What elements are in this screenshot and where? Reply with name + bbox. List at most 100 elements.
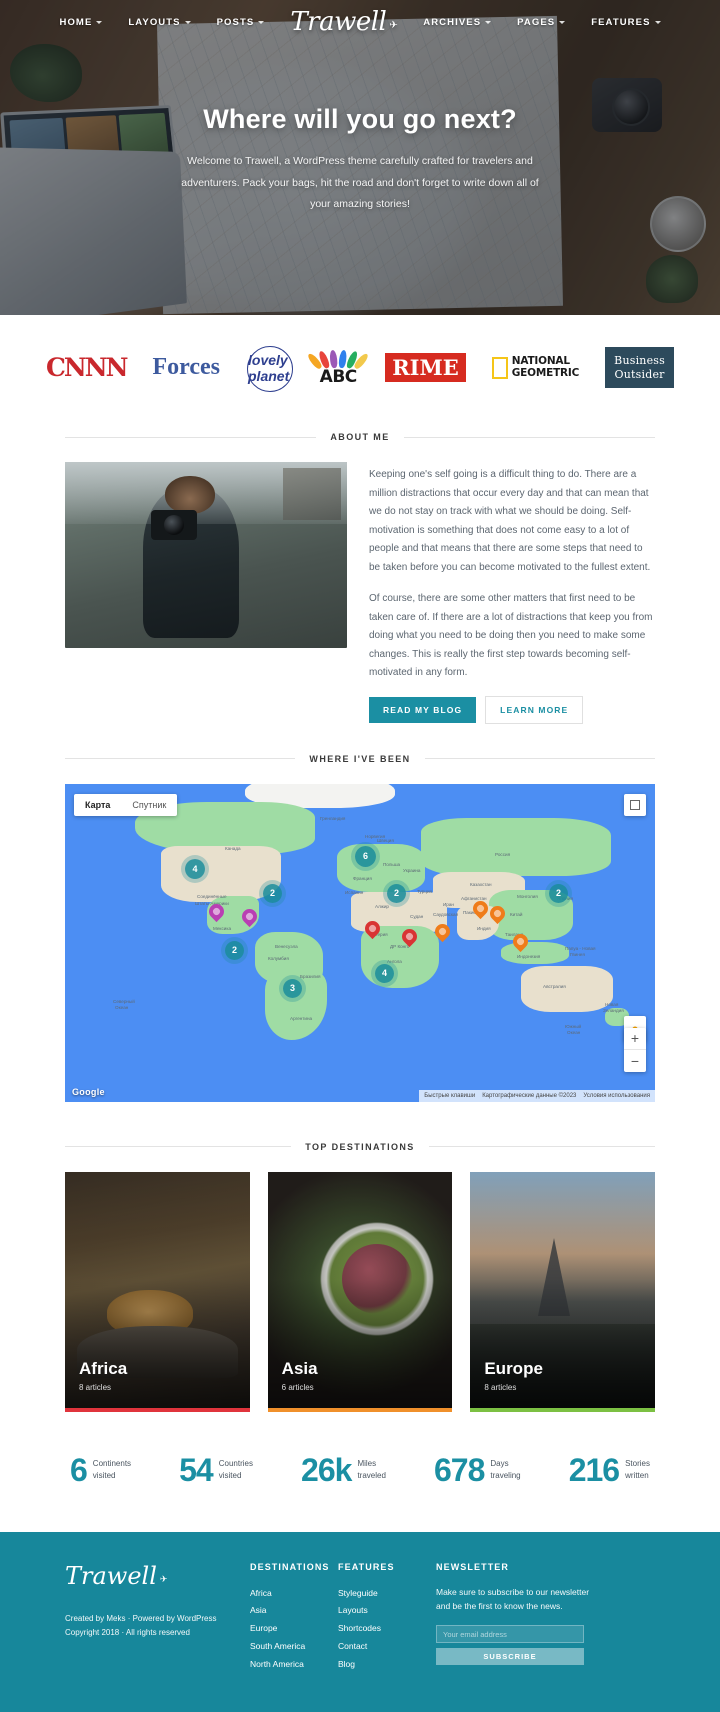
map-cluster-marker[interactable]: 2 (387, 883, 406, 903)
chevron-down-icon (559, 20, 566, 24)
footer-destination-link[interactable]: Europe (250, 1620, 338, 1638)
site-logo[interactable]: Trawell ✈ (290, 7, 397, 37)
about-paragraph-1: Keeping one's self going is a difficult … (369, 469, 651, 573)
footer-column-destinations: DESTINATIONS Africa Asia Europe South Ameri… (250, 1562, 338, 1688)
map-place-label: Австралия (543, 983, 566, 989)
hero-content: Where will you go next? Welcome to Trawe… (0, 44, 720, 216)
footer-newsletter-title: NEWSLETTER (436, 1561, 509, 1572)
brand-logo-rime[interactable]: RIME (385, 348, 466, 388)
nav-item-label: PAGES (517, 16, 556, 28)
nav-item-label: LAYOUTS (128, 16, 181, 28)
newsletter-email-input[interactable]: Your email address (436, 1625, 584, 1644)
brand-logo-national-geometric[interactable]: NATIONAL GEOMETRIC (491, 348, 580, 388)
map-attribution: Быстрые клавиши Картографические данные … (419, 1089, 655, 1102)
map-place-label: Океан (115, 1004, 129, 1010)
nav-item-pages[interactable]: PAGES (517, 16, 566, 28)
footer-column-newsletter: NEWSLETTER Make sure to subscribe to our… (426, 1562, 655, 1688)
map-cluster-marker[interactable]: 6 (355, 845, 376, 867)
map-cluster-marker[interactable]: 3 (283, 978, 302, 998)
footer-feature-link[interactable]: Contact (338, 1638, 426, 1656)
statistic-item: 216 Stories written (569, 1454, 650, 1486)
footer-feature-link[interactable]: Shortcodes (338, 1620, 426, 1638)
nav-item-posts[interactable]: POSTS (217, 17, 265, 28)
nav-item-label: POSTS (216, 16, 255, 28)
footer-destination-link[interactable]: South America (250, 1638, 338, 1656)
map-cluster-marker[interactable]: 2 (549, 883, 568, 903)
brand-logo-forces[interactable]: Forces (152, 348, 220, 388)
map-fullscreen-button[interactable] (624, 793, 646, 816)
map-place-label: Северный (113, 998, 135, 1004)
brand-label: CNNN (46, 353, 128, 382)
footer-feature-link[interactable]: Blog (338, 1656, 426, 1674)
map-cluster-marker[interactable]: 2 (263, 883, 282, 903)
map-shortcuts-link[interactable]: Быстрые клавиши (424, 1093, 475, 1099)
brand-label-wrap: Business Outsider (605, 347, 674, 388)
destination-article-count: 8 articles (79, 1382, 112, 1392)
learn-more-button[interactable]: LEARN MORE (485, 695, 584, 724)
map-cluster-marker[interactable]: 4 (375, 963, 394, 983)
destination-card[interactable]: Europe 8 articles (470, 1171, 656, 1412)
brand-label-line2: GEOMETRIC (511, 366, 580, 379)
nav-item-layouts[interactable]: LAYOUTS (128, 16, 191, 28)
brand-logo-cnnn[interactable]: CNNN (46, 348, 128, 388)
about-text: Keeping one's self going is a difficult … (369, 462, 655, 724)
map-type-map-button[interactable]: Карта (74, 794, 121, 816)
brand-logo-lovely-planet[interactable]: lovely planet (246, 345, 293, 392)
destination-card[interactable]: Africa 8 articles (65, 1171, 250, 1412)
map-place-label: Венесуэла (275, 943, 298, 949)
brand-logo-abc[interactable]: ABC (306, 348, 370, 388)
map-type-satellite-button[interactable]: Спутник (121, 794, 177, 816)
map-place-label: Океан (567, 1029, 581, 1035)
footer-features-title: FEATURES (338, 1561, 395, 1572)
map-place-label: Казахстан (470, 881, 492, 887)
read-my-blog-button[interactable]: READ MY BLOG (369, 696, 477, 723)
map-place-label: Аргентина (290, 1015, 313, 1021)
map-type-switcher[interactable]: Карта Спутник (74, 793, 178, 816)
map-zoom-controls[interactable]: + − (624, 1027, 646, 1072)
map-place-label: Ангола (387, 958, 402, 964)
map-place-label: Канада (225, 845, 241, 851)
nav-item-home[interactable]: HOME (59, 17, 103, 28)
map-place-label: Польша (383, 861, 401, 867)
statistic-label-line1: Continents (92, 1458, 132, 1468)
map-place-label: Саудовская (433, 911, 459, 917)
brand-label: lovely planet (246, 345, 293, 392)
destination-article-count: 8 articles (484, 1382, 517, 1392)
landmass-russia (421, 817, 611, 876)
footer-destination-link[interactable]: Asia (250, 1602, 338, 1620)
map-place-label: Папуа - Новая (565, 945, 596, 951)
site-footer: Trawell ✈ Created by Meks · Powered by W… (0, 1531, 720, 1712)
brand-label: RIME (385, 353, 466, 382)
footer-destination-link[interactable]: North America (250, 1656, 338, 1674)
destination-card[interactable]: Asia 6 articles (267, 1171, 453, 1412)
map-place-label: Колумбия (268, 955, 289, 961)
destination-caption: Europe 8 articles (484, 1359, 543, 1392)
footer-credits: Created by Meks · Powered by WordPress C… (65, 1612, 250, 1641)
divider-right (428, 1146, 656, 1147)
map-place-label: Мексика (213, 925, 232, 931)
map-zoom-out-button[interactable]: − (624, 1050, 646, 1072)
map-place-label: Зеландия (603, 1007, 624, 1013)
statistic-label: Countries visited (219, 1458, 253, 1482)
brand-logo-business-outsider[interactable]: Business Outsider (605, 347, 674, 388)
footer-destination-link[interactable]: Africa (250, 1585, 338, 1603)
newsletter-subscribe-button[interactable]: SUBSCRIBE (436, 1648, 584, 1666)
statistic-number: 216 (568, 1451, 620, 1488)
brand-logos-strip: CNNN Forces lovely planet ABC RIME NATIO… (0, 315, 720, 420)
nav-item-archives[interactable]: ARCHIVES (423, 17, 492, 28)
world-map[interactable]: Карта Спутник ● + − Google Быстрые клави… (65, 783, 655, 1102)
statistic-number: 6 (70, 1451, 88, 1488)
footer-features-links: Styleguide Layouts Shortcodes Contact Blog (338, 1585, 426, 1674)
brand-label: Forces (152, 354, 220, 380)
statistic-label-line1: Stories (625, 1458, 650, 1468)
map-cluster-marker[interactable]: 4 (185, 858, 205, 879)
map-zoom-in-button[interactable]: + (624, 1028, 646, 1050)
nav-item-features[interactable]: FEATURES (591, 17, 661, 28)
map-cluster-marker[interactable]: 2 (225, 940, 244, 960)
about-photo (65, 462, 347, 648)
footer-feature-link[interactable]: Layouts (338, 1602, 426, 1620)
footer-feature-link[interactable]: Styleguide (338, 1585, 426, 1603)
about-buttons: READ MY BLOG LEARN MORE (369, 695, 655, 724)
map-terms-link[interactable]: Условия использования (583, 1093, 650, 1099)
footer-logo[interactable]: Trawell ✈ (65, 1562, 250, 1590)
